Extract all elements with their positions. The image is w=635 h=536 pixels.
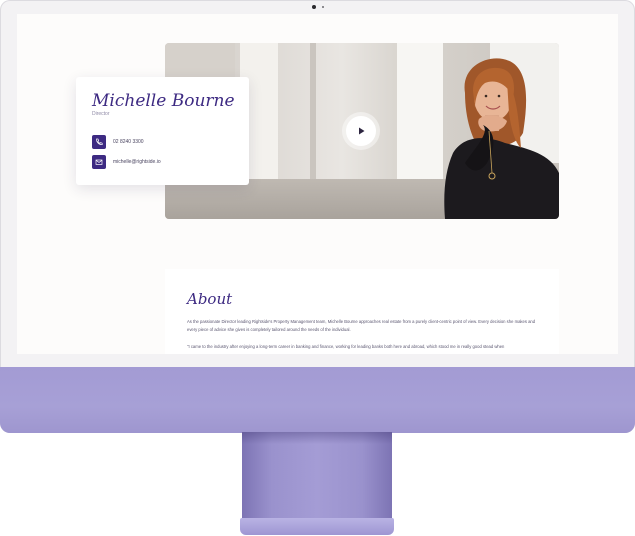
profile-card: Michelle Bourne Director 02 8240 3300 mi… — [76, 77, 249, 185]
phone-row[interactable]: 02 8240 3300 — [92, 135, 144, 149]
about-heading: About — [187, 290, 233, 308]
person-photo — [444, 58, 559, 219]
monitor-stand — [242, 432, 392, 522]
about-paragraph-2: "I came to the industry after enjoying a… — [187, 344, 505, 349]
email-row[interactable]: michelle@rightside.io — [92, 155, 161, 169]
monitor-chin — [0, 367, 635, 433]
stand-shadow — [242, 432, 392, 444]
play-icon — [359, 127, 365, 135]
about-paragraph-1: As the passionate Director leading Right… — [187, 319, 536, 332]
profile-name: Michelle Bourne — [92, 91, 235, 111]
phone-icon — [92, 135, 106, 149]
screen: Michelle Bourne Director 02 8240 3300 mi… — [17, 14, 618, 354]
play-button[interactable] — [346, 116, 376, 146]
phone-number[interactable]: 02 8240 3300 — [113, 139, 144, 145]
imac-monitor: Michelle Bourne Director 02 8240 3300 mi… — [0, 0, 635, 433]
email-address[interactable]: michelle@rightside.io — [113, 159, 161, 165]
sensor-dot — [321, 6, 324, 8]
about-section: About As the passionate Director leading… — [165, 269, 559, 354]
stand-foot — [240, 518, 394, 535]
camera-icon — [311, 5, 316, 9]
mail-icon — [92, 155, 106, 169]
monitor-bezel — [0, 0, 635, 14]
profile-role: Director — [92, 111, 110, 117]
